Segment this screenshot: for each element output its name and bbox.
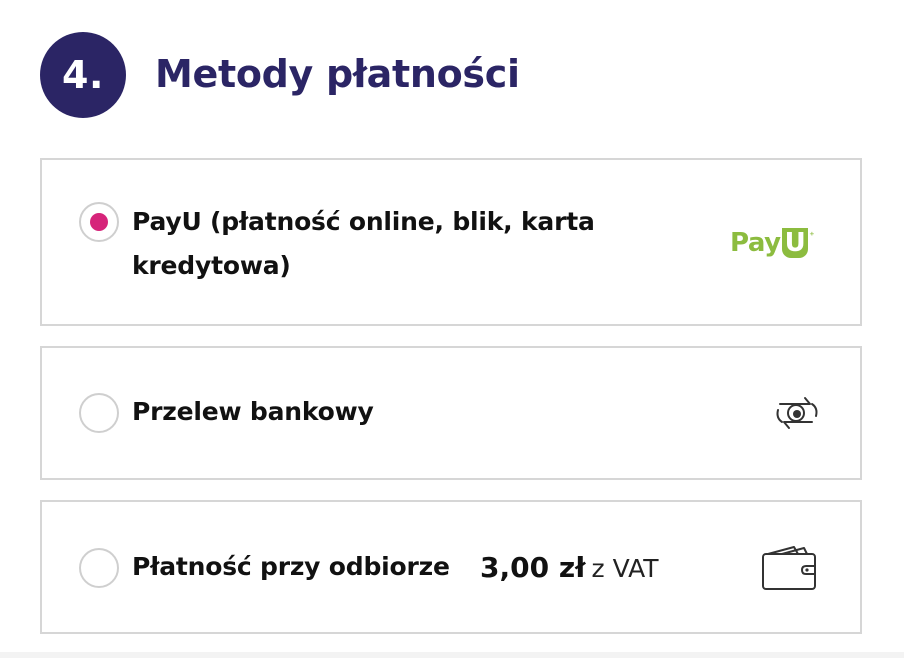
delivery-fee: 3,00 zł z VAT xyxy=(480,546,659,594)
payment-option-label: Płatność przy odbiorze xyxy=(132,552,450,581)
delivery-fee-amount: 3,00 zł xyxy=(480,551,586,584)
payment-option-bank-transfer[interactable]: Przelew bankowy xyxy=(40,346,862,480)
radio-payu[interactable] xyxy=(79,202,119,242)
payu-logo-pay: Pay xyxy=(730,228,781,258)
payu-logo: Pay U ⁺ xyxy=(730,228,814,264)
payment-option-payu[interactable]: PayU (płatność online, blik, karta kredy… xyxy=(40,158,862,326)
section-title: Metody płatności xyxy=(155,52,520,96)
bank-transfer-icon xyxy=(776,397,818,429)
delivery-fee-vat-note: z VAT xyxy=(591,554,659,583)
bottom-divider xyxy=(0,652,904,658)
radio-cash-on-delivery[interactable] xyxy=(79,548,119,588)
radio-selected-dot xyxy=(90,213,108,231)
radio-bank-transfer[interactable] xyxy=(79,393,119,433)
wallet-icon xyxy=(762,546,816,590)
payu-logo-u: U xyxy=(781,228,809,258)
payment-option-label: Przelew bankowy xyxy=(132,397,374,426)
step-number: 4. xyxy=(62,53,104,97)
step-number-badge: 4. xyxy=(40,32,126,118)
payment-option-cash-on-delivery[interactable]: Płatność przy odbiorze 3,00 zł z VAT xyxy=(40,500,862,634)
payment-option-label: PayU (płatność online, blik, karta kredy… xyxy=(132,207,595,280)
payu-logo-dots: ⁺ xyxy=(809,231,814,242)
